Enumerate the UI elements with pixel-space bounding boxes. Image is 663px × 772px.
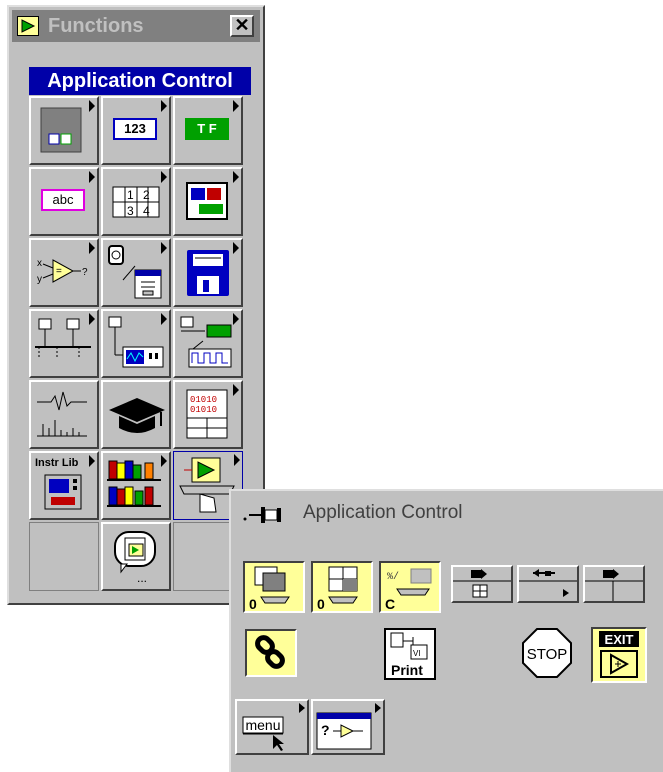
array-icon[interactable]: 1 2 3 4 <box>101 167 171 236</box>
communication-icon[interactable] <box>29 309 99 378</box>
print-label: Print <box>391 662 423 678</box>
call-by-reference-icon[interactable] <box>583 565 645 603</box>
string-icon[interactable]: abc <box>29 167 99 236</box>
submenu-arrow-icon <box>233 313 239 325</box>
submenu-arrow-icon <box>89 100 95 112</box>
numeric-icon[interactable]: 123 <box>101 96 171 165</box>
select-vi-icon[interactable]: ... <box>101 522 171 591</box>
submenu-arrow-icon <box>233 384 239 396</box>
svg-text:...: ... <box>137 571 147 585</box>
submenu-arrow-icon <box>161 100 167 112</box>
submenu-arrow-icon <box>234 454 240 466</box>
submenu-arrow-icon <box>233 171 239 183</box>
tutorial-icon[interactable] <box>101 380 171 449</box>
menu-icon[interactable]: menu <box>235 699 309 755</box>
empty-cell <box>29 522 99 591</box>
palette-title: Functions <box>48 15 144 37</box>
close-ref-label: C <box>385 596 395 611</box>
svg-text:%/: %/ <box>387 571 399 583</box>
submenu-arrow-icon <box>89 171 95 183</box>
svg-text:=: = <box>56 266 62 277</box>
file-io-icon[interactable] <box>173 238 243 307</box>
help-label: ? <box>321 722 330 738</box>
link-icon[interactable] <box>245 629 297 677</box>
svg-text:y: y <box>37 274 42 285</box>
exit-label: EXIT <box>605 632 634 647</box>
svg-text:01010: 01010 <box>190 395 217 405</box>
stop-icon[interactable]: STOP <box>521 627 573 679</box>
submenu-arrow-icon <box>233 100 239 112</box>
pushpin-icon[interactable] <box>241 505 301 525</box>
help-icon[interactable]: ? <box>311 699 385 755</box>
string-label: abc <box>52 192 74 207</box>
print-panel-icon[interactable]: VI Print <box>381 625 439 683</box>
subpalette-title: Application Control <box>303 502 463 523</box>
open-ref-label: 0 <box>249 596 257 611</box>
instrument-io-icon[interactable] <box>101 309 171 378</box>
user-libraries-icon[interactable] <box>101 451 171 520</box>
open-panel-label: 0 <box>317 596 325 611</box>
svg-text:?: ? <box>82 267 88 278</box>
analysis-icon[interactable] <box>29 380 99 449</box>
instrument-library-icon[interactable]: Instr Lib <box>29 451 99 520</box>
cluster-icon[interactable] <box>173 167 243 236</box>
submenu-arrow-icon <box>89 242 95 254</box>
boolean-label: T F <box>197 121 217 136</box>
time-dialog-icon[interactable] <box>101 238 171 307</box>
svg-text:01010: 01010 <box>190 405 217 415</box>
palette-title-icon <box>17 16 39 36</box>
submenu-arrow-icon <box>161 242 167 254</box>
numeric-label: 123 <box>124 121 146 136</box>
comparison-icon[interactable]: x y = ? <box>29 238 99 307</box>
svg-text:x: x <box>37 258 42 269</box>
structures-icon[interactable] <box>29 96 99 165</box>
submenu-arrow-icon <box>161 171 167 183</box>
subpalette-title: Application Control <box>29 67 251 95</box>
close-reference-icon[interactable]: %/ C <box>379 561 441 613</box>
menu-label: menu <box>245 717 280 733</box>
stop-label: STOP <box>527 646 568 663</box>
submenu-arrow-icon <box>89 313 95 325</box>
submenu-arrow-icon <box>233 242 239 254</box>
data-acquisition-icon[interactable] <box>173 309 243 378</box>
open-vi-reference-icon[interactable]: 0 <box>243 561 305 613</box>
exit-labview-icon[interactable]: EXIT <box>591 627 647 683</box>
functions-palette: Functions ✕ Application Control 123 T F <box>7 5 265 605</box>
invoke-node-icon[interactable] <box>517 565 579 603</box>
palette-titlebar[interactable]: Functions ✕ <box>12 10 260 42</box>
submenu-arrow-icon <box>161 455 167 467</box>
open-panel-reference-icon[interactable]: 0 <box>311 561 373 613</box>
application-control-palette: Application Control 0 0 %/ C VI Print ST… <box>229 489 663 772</box>
array-label: 1 2 3 4 <box>127 188 153 218</box>
boolean-icon[interactable]: T F <box>173 96 243 165</box>
submenu-arrow-icon <box>161 313 167 325</box>
advanced-icon[interactable]: 01010 01010 <box>173 380 243 449</box>
close-button[interactable]: ✕ <box>230 15 254 37</box>
functions-grid: 123 T F abc 1 2 3 4 x y = ? 01010 01010 … <box>29 96 251 591</box>
property-node-icon[interactable] <box>451 565 513 603</box>
subpalette-titlebar[interactable]: Application Control <box>235 495 663 529</box>
submenu-arrow-icon <box>89 455 95 467</box>
svg-text:VI: VI <box>413 649 421 658</box>
